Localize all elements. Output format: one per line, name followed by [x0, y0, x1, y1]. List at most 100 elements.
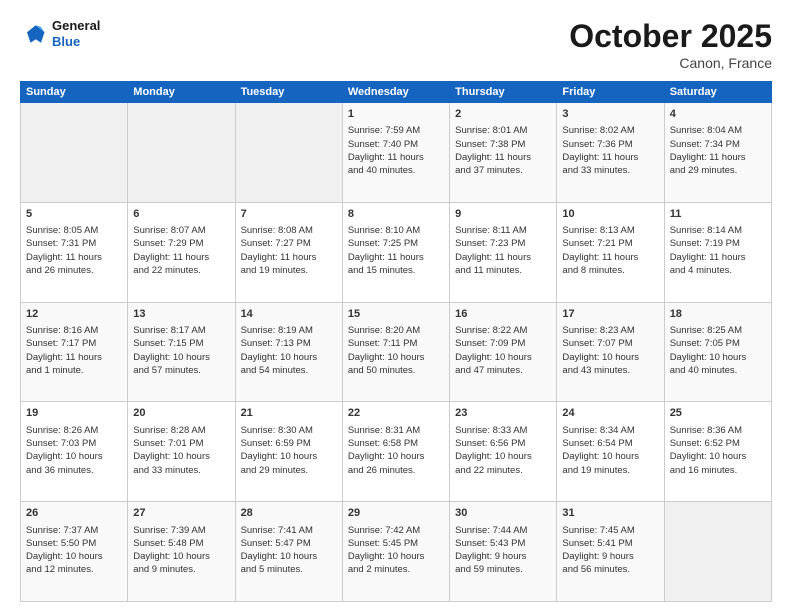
day-info: Daylight: 10 hours: [26, 450, 122, 463]
calendar-cell: 12Sunrise: 8:16 AMSunset: 7:17 PMDayligh…: [21, 302, 128, 402]
day-number: 17: [562, 307, 658, 322]
day-info: Sunrise: 8:20 AM: [348, 324, 444, 337]
day-info: Sunset: 6:58 PM: [348, 437, 444, 450]
day-info: Daylight: 10 hours: [241, 351, 337, 364]
day-info: Sunset: 7:23 PM: [455, 237, 551, 250]
day-info: Sunset: 7:31 PM: [26, 237, 122, 250]
day-number: 25: [670, 406, 766, 421]
day-info: Sunset: 7:07 PM: [562, 337, 658, 350]
calendar-cell: 13Sunrise: 8:17 AMSunset: 7:15 PMDayligh…: [128, 302, 235, 402]
calendar-cell: 17Sunrise: 8:23 AMSunset: 7:07 PMDayligh…: [557, 302, 664, 402]
day-number: 14: [241, 307, 337, 322]
logo-general: General: [52, 18, 100, 33]
day-number: 29: [348, 506, 444, 521]
day-number: 4: [670, 107, 766, 122]
day-info: Daylight: 9 hours: [562, 550, 658, 563]
day-info: Sunrise: 8:14 AM: [670, 224, 766, 237]
day-info: Sunset: 7:19 PM: [670, 237, 766, 250]
day-info: and 19 minutes.: [241, 264, 337, 277]
day-info: Sunrise: 7:37 AM: [26, 524, 122, 537]
day-info: and 22 minutes.: [133, 264, 229, 277]
logo-blue: Blue: [52, 34, 80, 49]
day-number: 6: [133, 207, 229, 222]
day-info: and 26 minutes.: [348, 464, 444, 477]
day-info: Sunset: 7:03 PM: [26, 437, 122, 450]
weekday-header: Friday: [557, 82, 664, 103]
calendar-week-row: 12Sunrise: 8:16 AMSunset: 7:17 PMDayligh…: [21, 302, 772, 402]
day-info: Daylight: 10 hours: [241, 450, 337, 463]
day-info: and 37 minutes.: [455, 164, 551, 177]
calendar-cell: [664, 502, 771, 602]
page: General Blue October 2025 Canon, France …: [0, 0, 792, 612]
day-info: Sunset: 7:11 PM: [348, 337, 444, 350]
day-number: 8: [348, 207, 444, 222]
day-number: 30: [455, 506, 551, 521]
day-info: and 5 minutes.: [241, 563, 337, 576]
calendar-cell: 31 Sunrise: 7:45 AMSunset: 5:41 PMDayligh…: [557, 502, 664, 602]
day-info: Sunrise: 7:45 AM: [562, 524, 658, 537]
day-info: and 16 minutes.: [670, 464, 766, 477]
day-info: Daylight: 10 hours: [670, 450, 766, 463]
day-info: Sunset: 6:54 PM: [562, 437, 658, 450]
day-info: and 2 minutes.: [348, 563, 444, 576]
day-number: 21: [241, 406, 337, 421]
day-info: Sunrise: 8:07 AM: [133, 224, 229, 237]
day-info: and 19 minutes.: [562, 464, 658, 477]
day-info: Sunrise: 8:08 AM: [241, 224, 337, 237]
day-info: Sunset: 7:40 PM: [348, 138, 444, 151]
day-info: Sunset: 5:48 PM: [133, 537, 229, 550]
day-info: Sunrise: 8:31 AM: [348, 424, 444, 437]
day-number: 26: [26, 506, 122, 521]
logo-text: General Blue: [52, 18, 100, 49]
day-info: Sunrise: 8:16 AM: [26, 324, 122, 337]
day-info: Daylight: 10 hours: [348, 550, 444, 563]
day-info: Sunset: 5:41 PM: [562, 537, 658, 550]
calendar-cell: 18Sunrise: 8:25 AMSunset: 7:05 PMDayligh…: [664, 302, 771, 402]
day-info: Sunrise: 8:23 AM: [562, 324, 658, 337]
day-info: Daylight: 11 hours: [241, 251, 337, 264]
calendar-header-row: SundayMondayTuesdayWednesdayThursdayFrid…: [21, 82, 772, 103]
day-info: Daylight: 10 hours: [455, 450, 551, 463]
calendar-cell: 21Sunrise: 8:30 AMSunset: 6:59 PMDayligh…: [235, 402, 342, 502]
day-info: Sunrise: 8:04 AM: [670, 124, 766, 137]
day-info: and 22 minutes.: [455, 464, 551, 477]
day-info: Sunset: 7:38 PM: [455, 138, 551, 151]
day-info: Daylight: 11 hours: [670, 251, 766, 264]
day-info: Daylight: 10 hours: [348, 450, 444, 463]
calendar-cell: 9Sunrise: 8:11 AMSunset: 7:23 PMDaylight…: [450, 202, 557, 302]
logo-icon: [20, 20, 48, 48]
weekday-header: Saturday: [664, 82, 771, 103]
day-info: Sunrise: 8:11 AM: [455, 224, 551, 237]
day-info: Sunrise: 8:36 AM: [670, 424, 766, 437]
day-info: Daylight: 11 hours: [562, 151, 658, 164]
calendar-cell: 11Sunrise: 8:14 AMSunset: 7:19 PMDayligh…: [664, 202, 771, 302]
day-info: and 15 minutes.: [348, 264, 444, 277]
calendar-week-row: 5Sunrise: 8:05 AMSunset: 7:31 PMDaylight…: [21, 202, 772, 302]
day-info: Daylight: 11 hours: [455, 251, 551, 264]
day-info: and 11 minutes.: [455, 264, 551, 277]
calendar-cell: 15Sunrise: 8:20 AMSunset: 7:11 PMDayligh…: [342, 302, 449, 402]
day-info: Daylight: 10 hours: [348, 351, 444, 364]
weekday-header: Thursday: [450, 82, 557, 103]
calendar-cell: 19Sunrise: 8:26 AMSunset: 7:03 PMDayligh…: [21, 402, 128, 502]
day-number: 12: [26, 307, 122, 322]
day-number: 3: [562, 107, 658, 122]
calendar-cell: 30Sunrise: 7:44 AMSunset: 5:43 PMDayligh…: [450, 502, 557, 602]
day-info: Sunrise: 8:26 AM: [26, 424, 122, 437]
calendar-cell: [235, 103, 342, 203]
day-info: Sunset: 7:36 PM: [562, 138, 658, 151]
day-number: 24: [562, 406, 658, 421]
calendar-cell: 25Sunrise: 8:36 AMSunset: 6:52 PMDayligh…: [664, 402, 771, 502]
day-info: Sunrise: 8:02 AM: [562, 124, 658, 137]
day-info: Sunset: 7:25 PM: [348, 237, 444, 250]
day-info: Daylight: 10 hours: [455, 351, 551, 364]
day-info: Daylight: 11 hours: [348, 251, 444, 264]
day-info: Daylight: 10 hours: [133, 351, 229, 364]
day-info: Daylight: 11 hours: [26, 251, 122, 264]
day-info: Sunrise: 8:01 AM: [455, 124, 551, 137]
day-info: Daylight: 11 hours: [26, 351, 122, 364]
day-number: 22: [348, 406, 444, 421]
day-info: Sunrise: 8:05 AM: [26, 224, 122, 237]
calendar-cell: 27Sunrise: 7:39 AMSunset: 5:48 PMDayligh…: [128, 502, 235, 602]
day-number: 31: [562, 506, 658, 521]
